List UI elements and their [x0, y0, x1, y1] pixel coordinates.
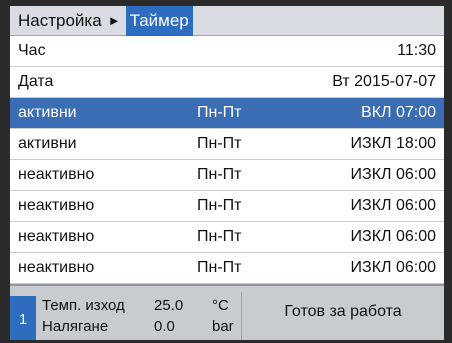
setting-label: Дата — [18, 73, 54, 90]
unit-number-badge: 1 — [10, 296, 36, 340]
timer-status: активни — [18, 104, 77, 121]
breadcrumb-current: Таймер — [125, 6, 193, 36]
timer-status: активни — [18, 135, 77, 152]
pressure-value: 0.0 — [154, 318, 175, 335]
timer-status: неактивно — [18, 197, 95, 214]
timer-status: неактивно — [18, 166, 95, 183]
timer-action: ИЗКЛ 06:00 — [350, 259, 436, 276]
flow-temp-value: 25.0 — [154, 297, 184, 314]
timer-action: ИЗКЛ 06:00 — [350, 166, 436, 183]
display-screen: Настройка ► Таймер Час 11:30 Дата Вт 201… — [10, 6, 444, 340]
timer-days: Пн-Пт — [197, 166, 242, 183]
timer-days: Пн-Пт — [197, 197, 242, 214]
timer-row[interactable]: неактивно Пн-Пт ИЗКЛ 06:00 — [10, 253, 444, 284]
flow-temp-unit: °C — [212, 297, 229, 314]
flow-temp-label: Темп. изход — [42, 297, 125, 314]
breadcrumb: Настройка ► Таймер — [10, 6, 444, 36]
timer-status: неактивно — [18, 259, 95, 276]
timer-row[interactable]: неактивно Пн-Пт ИЗКЛ 06:00 — [10, 191, 444, 222]
timer-action: ИЗКЛ 18:00 — [350, 135, 436, 152]
setting-row-time[interactable]: Час 11:30 — [10, 36, 444, 67]
status-bar: 1 Темп. изход 25.0 °C Налягане 0.0 bar Г… — [10, 284, 444, 340]
timer-days: Пн-Пт — [197, 259, 242, 276]
operating-state: Готов за работа — [284, 303, 402, 320]
timer-action: ВКЛ 07:00 — [361, 104, 436, 121]
timer-days: Пн-Пт — [197, 228, 242, 245]
timer-action: ИЗКЛ 06:00 — [350, 228, 436, 245]
breadcrumb-arrow-icon: ► — [107, 13, 121, 28]
timer-status: неактивно — [18, 228, 95, 245]
timer-row[interactable]: неактивно Пн-Пт ИЗКЛ 06:00 — [10, 222, 444, 253]
timer-settings-list: Час 11:30 Дата Вт 2015-07-07 активни Пн-… — [10, 36, 444, 284]
timer-days: Пн-Пт — [197, 104, 242, 121]
setting-value: Вт 2015-07-07 — [332, 73, 436, 90]
timer-row[interactable]: активни Пн-Пт ВКЛ 07:00 — [10, 98, 444, 129]
pressure-label: Налягане — [42, 318, 109, 335]
setting-label: Час — [18, 42, 46, 59]
timer-action: ИЗКЛ 06:00 — [350, 197, 436, 214]
device-frame: Настройка ► Таймер Час 11:30 Дата Вт 201… — [0, 0, 452, 343]
breadcrumb-root[interactable]: Настройка — [10, 11, 102, 31]
timer-row[interactable]: активни Пн-Пт ИЗКЛ 18:00 — [10, 129, 444, 160]
setting-row-date[interactable]: Дата Вт 2015-07-07 — [10, 67, 444, 98]
setting-value: 11:30 — [397, 42, 436, 59]
timer-days: Пн-Пт — [197, 135, 242, 152]
pressure-unit: bar — [212, 318, 234, 335]
timer-row[interactable]: неактивно Пн-Пт ИЗКЛ 06:00 — [10, 160, 444, 191]
